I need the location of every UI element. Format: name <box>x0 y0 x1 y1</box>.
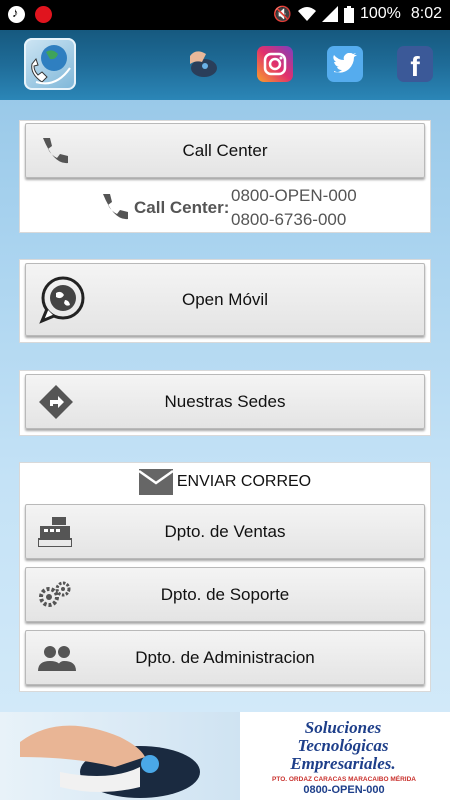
record-notification-icon <box>35 6 52 23</box>
banner-image <box>0 712 240 800</box>
whatsapp-globe-icon <box>39 276 85 324</box>
instagram-icon[interactable] <box>257 46 293 82</box>
mute-icon: 🔇 <box>273 6 292 23</box>
mouse-link-icon[interactable] <box>186 46 222 82</box>
promo-banner[interactable]: Soluciones Tecnológicas Empresariales. P… <box>0 712 450 800</box>
nuestras-sedes-button[interactable]: Nuestras Sedes <box>25 374 425 429</box>
facebook-icon[interactable]: f <box>397 46 433 82</box>
banner-phone: 0800-OPEN-000 <box>303 784 385 796</box>
app-header: f <box>0 30 450 100</box>
status-bar: ♪ 🔇 100% 8:02 <box>0 0 450 30</box>
administracion-button[interactable]: Dpto. de Administracion <box>25 630 425 685</box>
clock: 8:02 <box>410 5 442 22</box>
directions-icon <box>39 384 73 419</box>
ventas-button[interactable]: Dpto. de Ventas <box>25 504 425 559</box>
call-center-number-2[interactable]: 0800-6736-000 <box>231 210 346 230</box>
banner-line-2: Tecnológicas <box>297 736 389 755</box>
nuestras-sedes-label: Nuestras Sedes <box>164 391 286 411</box>
phone-icon <box>103 194 128 220</box>
open-movil-panel: Open Móvil <box>19 259 431 343</box>
signal-icon <box>321 6 338 22</box>
gears-icon <box>39 581 71 607</box>
app-logo[interactable] <box>24 38 76 90</box>
wifi-icon <box>297 7 316 21</box>
music-notification-icon: ♪ <box>8 5 25 23</box>
call-center-info-label: Call Center: <box>134 198 230 217</box>
battery-level: 100% <box>359 5 401 22</box>
cash-register-icon <box>38 516 72 547</box>
open-movil-label: Open Móvil <box>182 289 268 309</box>
call-center-button[interactable]: Call Center <box>25 123 425 178</box>
administracion-label: Dpto. de Administracion <box>135 647 315 667</box>
envelope-icon <box>138 469 173 495</box>
soporte-button[interactable]: Dpto. de Soporte <box>25 567 425 622</box>
banner-cities: PTO. ORDAZ CARACAS MARACAIBO MÉRIDA <box>272 776 416 783</box>
open-movil-button[interactable]: Open Móvil <box>25 263 425 336</box>
phone-icon <box>43 137 68 163</box>
battery-icon <box>343 5 354 23</box>
sedes-panel: Nuestras Sedes <box>19 370 431 436</box>
globe-phone-icon <box>31 45 71 85</box>
twitter-icon[interactable] <box>327 46 363 82</box>
banner-line-3: Empresariales. <box>290 754 396 773</box>
call-center-number-1[interactable]: 0800-OPEN-000 <box>231 186 357 206</box>
email-header-label: ENVIAR CORREO <box>176 473 312 490</box>
email-panel: ENVIAR CORREO Dpto. de Ventas Dpto. de S… <box>19 462 431 692</box>
call-center-panel: Call Center Call Center: 0800-OPEN-000 0… <box>19 120 431 233</box>
banner-line-1: Soluciones <box>304 718 382 737</box>
call-center-label: Call Center <box>182 140 268 160</box>
email-header: ENVIAR CORREO <box>20 469 430 495</box>
people-icon <box>38 645 76 671</box>
ventas-label: Dpto. de Ventas <box>164 521 286 541</box>
soporte-label: Dpto. de Soporte <box>160 584 290 604</box>
